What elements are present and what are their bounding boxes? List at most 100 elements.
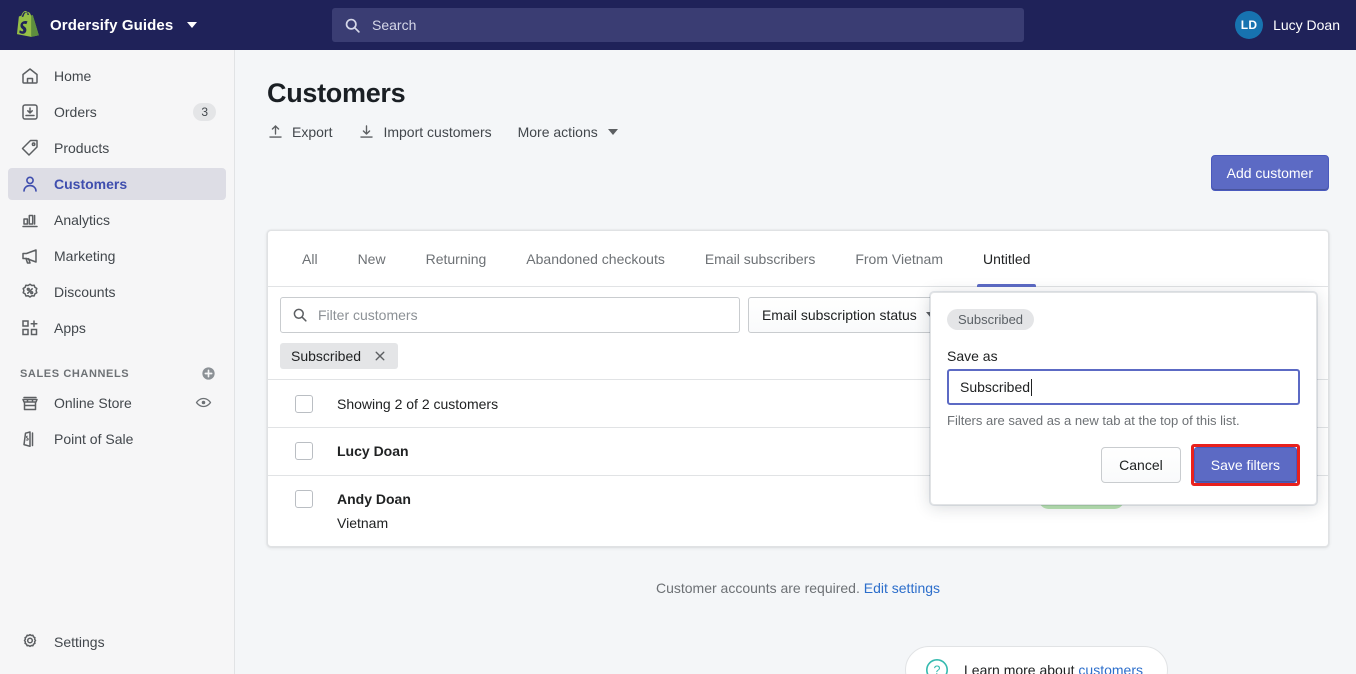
analytics-bars-icon: [20, 210, 40, 230]
popover-body: Subscribed Save as Subscribed Filters ar…: [931, 293, 1316, 428]
email-subscription-status-filter[interactable]: Email subscription status: [747, 297, 950, 333]
row-content: Andy Doan Vietnam: [337, 490, 411, 532]
save-as-help-text: Filters are saved as a new tab at the to…: [947, 413, 1240, 428]
edit-settings-link[interactable]: Edit settings: [864, 580, 940, 596]
tab-label: All: [302, 250, 318, 267]
eye-icon[interactable]: [195, 394, 212, 411]
sidebar-item-label: Apps: [54, 320, 86, 336]
select-all-checkbox[interactable]: [295, 394, 313, 413]
save-filters-highlight: Save filters: [1190, 444, 1300, 486]
close-x-icon[interactable]: [373, 349, 387, 363]
sidebar-item-label: Discounts: [54, 284, 116, 300]
store-name: Ordersify Guides: [50, 16, 174, 34]
export-button[interactable]: Export: [267, 123, 332, 140]
save-as-label: Save as: [947, 348, 998, 364]
row-checkbox[interactable]: [295, 442, 313, 460]
search-icon: [344, 17, 361, 34]
tab-all[interactable]: All: [282, 231, 338, 286]
export-up-arrow-icon: [267, 123, 284, 140]
tab-new[interactable]: New: [338, 231, 406, 286]
global-search-input[interactable]: Search: [332, 8, 1024, 42]
sales-channels-title: SALES CHANNELS: [20, 367, 130, 380]
sidebar-item-marketing[interactable]: Marketing: [8, 240, 226, 272]
marketing-megaphone-icon: [20, 246, 40, 266]
import-customers-label: Import customers: [383, 123, 492, 140]
shopify-logo-icon: [14, 11, 40, 39]
import-down-arrow-icon: [358, 123, 375, 140]
tab-returning[interactable]: Returning: [406, 231, 507, 286]
more-actions-label: More actions: [517, 123, 598, 140]
view-tabs: All New Returning Abandoned checkouts Em…: [268, 231, 1328, 287]
svg-text:?: ?: [934, 664, 941, 674]
user-menu[interactable]: LD Lucy Doan: [1235, 0, 1340, 50]
sidebar-item-settings[interactable]: Settings: [8, 626, 226, 658]
sidebar-item-point-of-sale[interactable]: Point of Sale: [8, 423, 226, 455]
top-bar: Ordersify Guides Search LD Lucy Doan: [0, 0, 1356, 50]
user-name: Lucy Doan: [1273, 17, 1340, 33]
sidebar-item-discounts[interactable]: Discounts: [8, 276, 226, 308]
customer-accounts-text: Customer accounts are required.: [655, 580, 860, 596]
tab-label: Email subscribers: [704, 250, 816, 267]
popover-filter-chip: Subscribed: [947, 309, 1035, 330]
import-customers-button[interactable]: Import customers: [358, 123, 492, 140]
email-subscription-status-label: Email subscription status: [761, 307, 917, 323]
learn-more-prefix: Learn more about: [964, 662, 1075, 674]
text-cursor: [1031, 378, 1033, 396]
chevron-down-icon: [187, 22, 198, 28]
sidebar-item-label: Online Store: [54, 395, 132, 411]
filter-customers-input[interactable]: Filter customers: [280, 297, 740, 333]
store-switcher[interactable]: Ordersify Guides: [0, 0, 235, 50]
sidebar-item-label: Orders: [54, 104, 97, 120]
tab-from-vietnam[interactable]: From Vietnam: [835, 231, 963, 286]
primary-nav: Home Orders 3 Products Customers Analyti…: [0, 50, 234, 455]
global-search-placeholder: Search: [372, 17, 417, 33]
avatar: LD: [1235, 11, 1264, 39]
gear-icon: [20, 632, 40, 652]
apps-grid-plus-icon: [20, 318, 40, 338]
orders-count-badge: 3: [193, 103, 216, 121]
search-icon: [292, 307, 308, 323]
save-as-input[interactable]: Subscribed: [947, 369, 1300, 405]
more-actions-button[interactable]: More actions: [518, 124, 618, 140]
sidebar-settings: Settings: [0, 626, 234, 662]
products-tag-icon: [20, 138, 40, 158]
tab-label: Abandoned checkouts: [526, 250, 665, 267]
sidebar-item-apps[interactable]: Apps: [8, 312, 226, 344]
sidebar-item-label: Analytics: [54, 212, 111, 228]
sidebar-item-home[interactable]: Home: [8, 60, 226, 92]
tab-label: Untitled: [983, 250, 1031, 267]
home-icon: [20, 66, 40, 86]
tab-untitled[interactable]: Untitled: [963, 231, 1050, 287]
sidebar-item-orders[interactable]: Orders 3: [8, 96, 226, 128]
page-actions: Export Import customers More actions: [267, 123, 1328, 140]
add-sales-channel-icon[interactable]: [201, 366, 216, 381]
filter-customers-placeholder: Filter customers: [318, 307, 418, 323]
customer-name: Lucy Doan: [337, 443, 409, 459]
row-checkbox[interactable]: [295, 490, 313, 508]
save-as-input-value: Subscribed: [960, 379, 1031, 395]
sidebar-item-online-store[interactable]: Online Store: [8, 387, 226, 419]
tab-label: From Vietnam: [855, 250, 943, 267]
tab-email-subscribers[interactable]: Email subscribers: [685, 231, 835, 286]
sidebar-item-analytics[interactable]: Analytics: [8, 204, 226, 236]
store-icon: [20, 393, 40, 413]
help-question-icon: ?: [924, 657, 950, 674]
page-header: Customers Export Import customers More a…: [235, 50, 1356, 140]
sidebar-item-products[interactable]: Products: [8, 132, 226, 164]
popover-actions: Cancel Save filters: [931, 428, 1316, 504]
customer-location: Vietnam: [337, 515, 389, 531]
sidebar-item-customers[interactable]: Customers: [8, 168, 226, 200]
cancel-button[interactable]: Cancel: [1101, 447, 1181, 483]
sidebar-item-label: Point of Sale: [54, 431, 134, 447]
save-filters-confirm-button[interactable]: Save filters: [1193, 447, 1297, 483]
applied-filter-label: Subscribed: [291, 348, 362, 364]
chevron-down-icon: [607, 128, 618, 135]
row-content: Lucy Doan: [337, 442, 409, 460]
add-customer-button[interactable]: Add customer: [1210, 155, 1329, 191]
export-label: Export: [292, 123, 333, 140]
applied-filter-chip-subscribed[interactable]: Subscribed: [280, 343, 399, 369]
pos-icon: [20, 429, 40, 449]
sidebar-item-label: Products: [54, 140, 110, 156]
customers-link[interactable]: customers: [1078, 662, 1143, 674]
tab-abandoned-checkouts[interactable]: Abandoned checkouts: [506, 231, 685, 286]
